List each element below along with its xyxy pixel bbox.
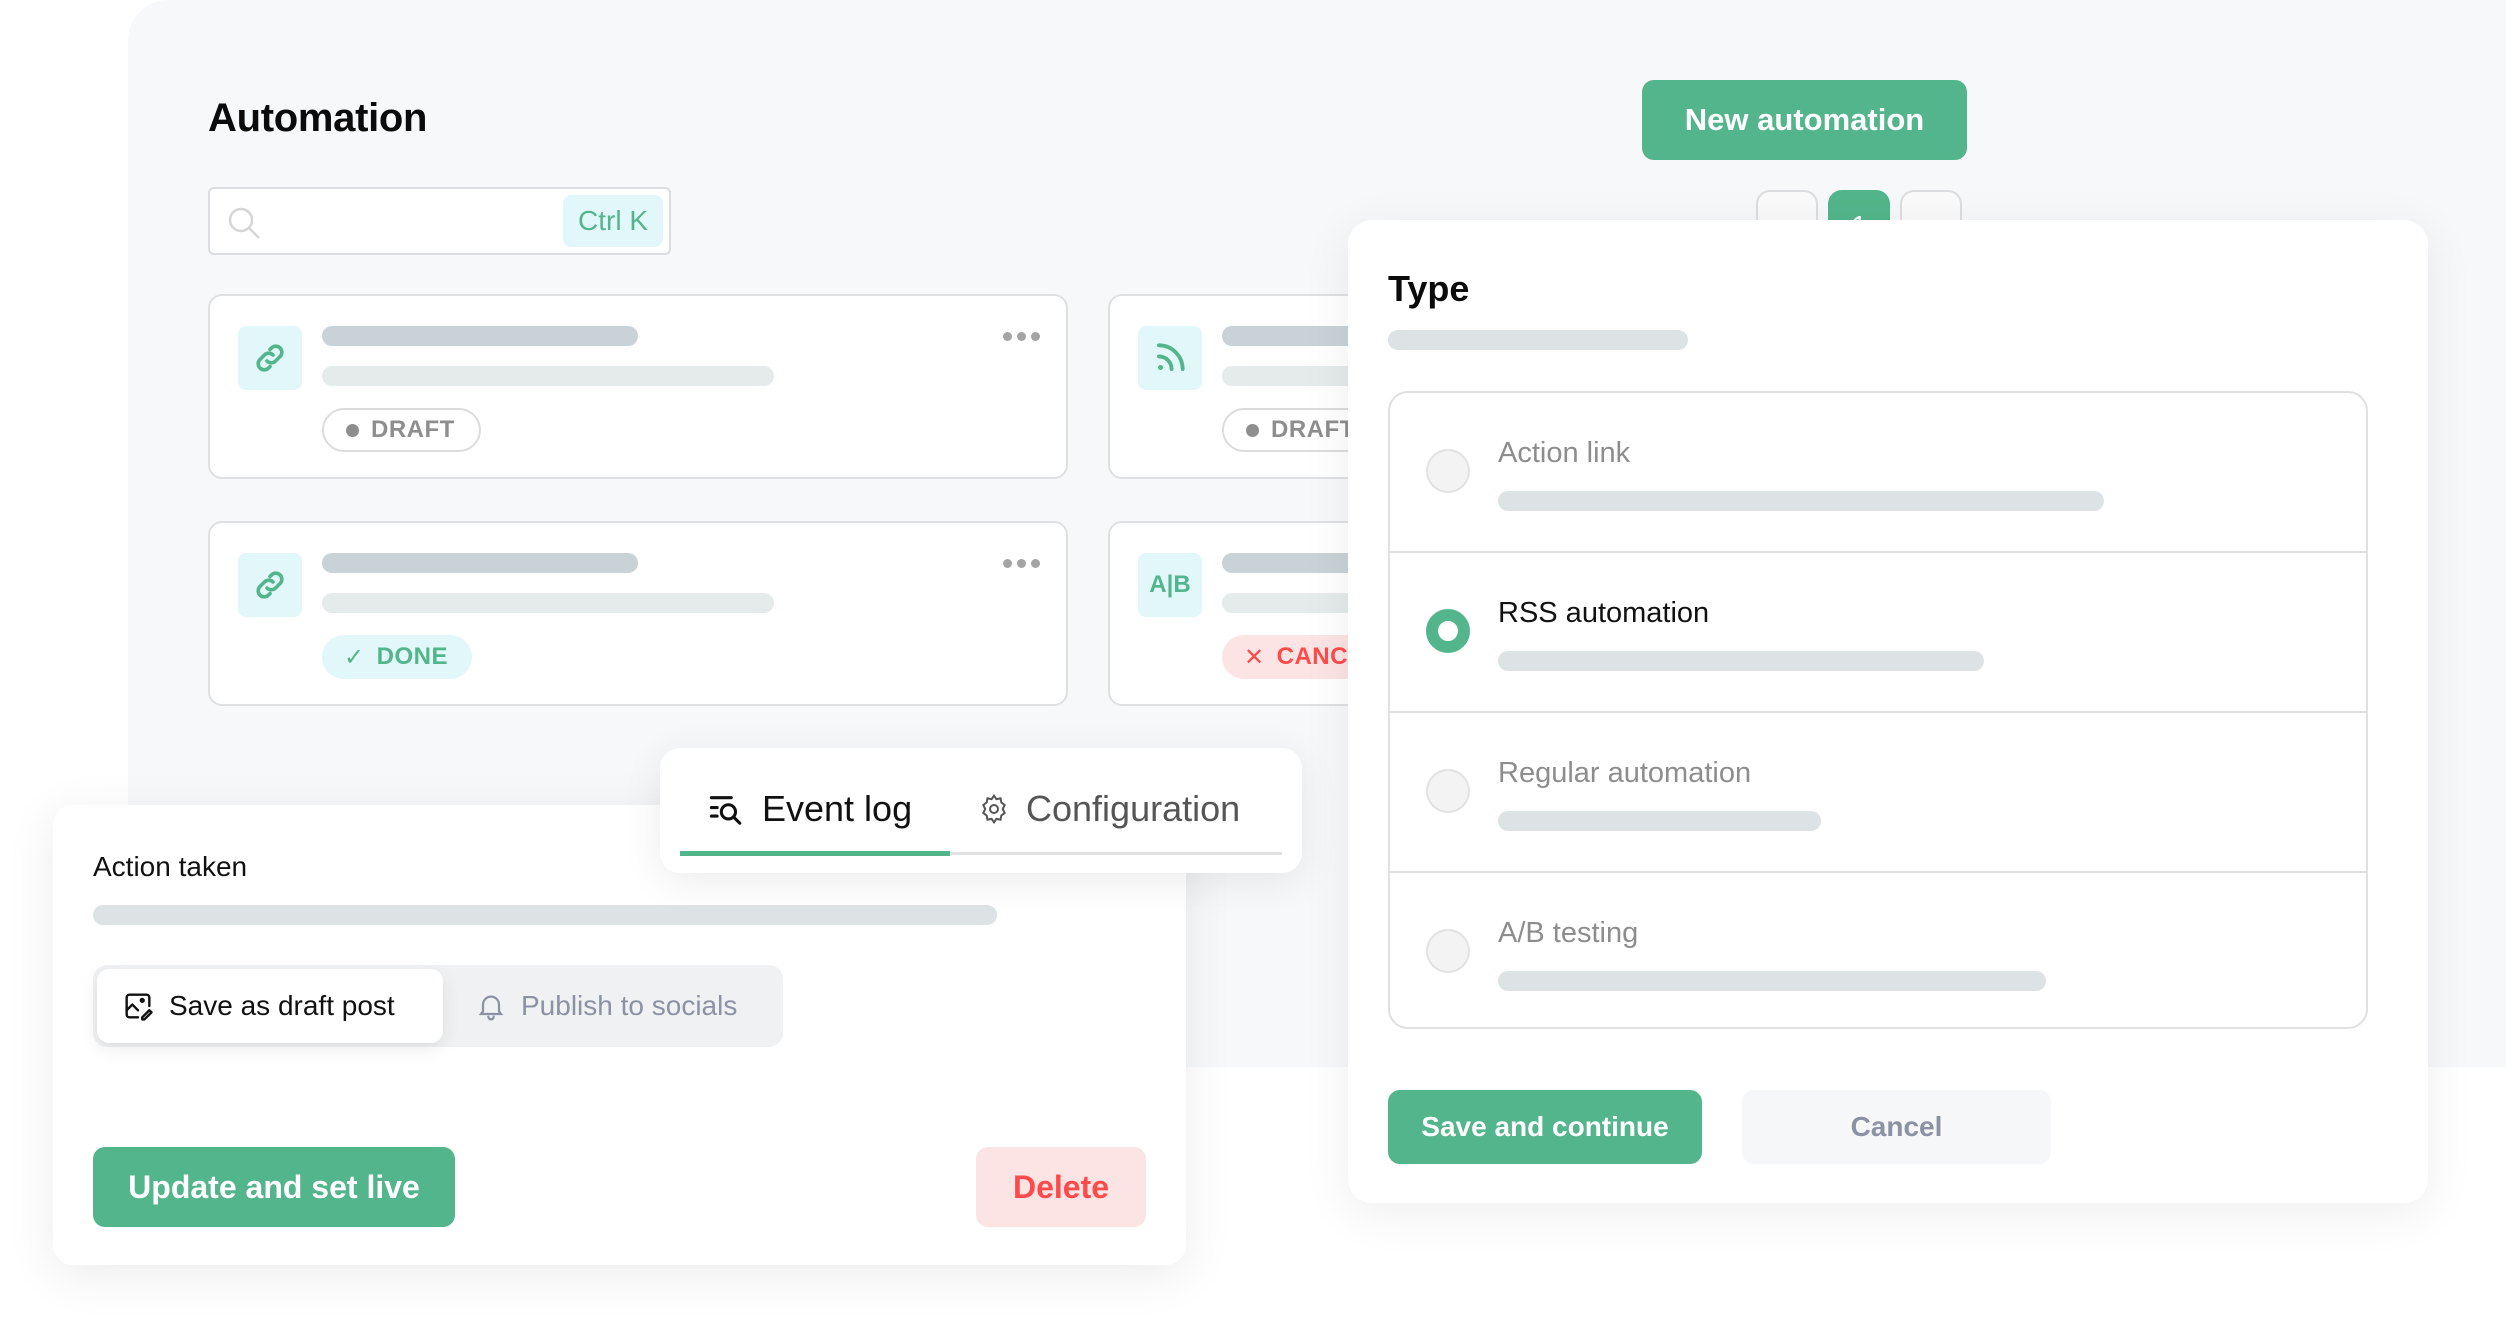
description-placeholder [1498, 971, 2046, 991]
status-dot-icon [1246, 423, 1259, 437]
description-placeholder [322, 366, 774, 386]
save-and-continue-button[interactable]: Save and continue [1388, 1090, 1702, 1164]
title-placeholder [322, 553, 638, 573]
status-badge: DRAFT [322, 408, 481, 452]
radio-button[interactable] [1426, 769, 1470, 813]
delete-button[interactable]: Delete [976, 1147, 1146, 1227]
radio-button[interactable] [1426, 929, 1470, 973]
modal-title: Type [1388, 268, 1470, 309]
type-modal: Type Action link RSS automation Regular … [1348, 220, 2428, 1203]
check-icon: ✓ [344, 643, 365, 671]
new-automation-button[interactable]: New automation [1642, 80, 1967, 160]
ab-test-icon: A|B [1138, 553, 1202, 617]
status-dot-icon [346, 423, 359, 437]
update-and-set-live-button[interactable]: Update and set live [93, 1147, 455, 1227]
title-placeholder [322, 326, 638, 346]
automation-detail-panel: Action taken Save as draft post Publish … [53, 805, 1186, 1265]
tab-configuration[interactable]: Configuration [978, 788, 1240, 830]
automation-card[interactable]: DRAFT [208, 294, 1068, 479]
link-icon [238, 326, 302, 390]
more-options-icon[interactable] [1003, 559, 1040, 568]
description-placeholder [1498, 651, 1984, 671]
rss-icon [1138, 326, 1202, 390]
status-badge: ✓ DONE [322, 635, 472, 679]
event-log-icon [709, 796, 742, 825]
save-as-draft-option[interactable]: Save as draft post [97, 969, 443, 1043]
type-options: Action link RSS automation Regular autom… [1388, 391, 2368, 1029]
search-icon [228, 207, 260, 239]
more-options-icon[interactable] [1003, 332, 1040, 341]
active-tab-indicator [680, 851, 950, 856]
link-icon [238, 553, 302, 617]
action-placeholder [93, 905, 997, 925]
option-rss-automation[interactable]: RSS automation [1390, 553, 2366, 713]
radio-button-selected[interactable] [1426, 609, 1470, 653]
keyboard-shortcut-hint: Ctrl K [563, 195, 663, 247]
automation-card[interactable]: ✓ DONE [208, 521, 1068, 706]
close-icon: ✕ [1244, 643, 1265, 671]
tab-event-log[interactable]: Event log [708, 788, 912, 830]
option-action-link[interactable]: Action link [1390, 393, 2366, 553]
search-bar[interactable]: Ctrl K [208, 187, 671, 255]
description-placeholder [1498, 491, 2104, 511]
radio-button[interactable] [1426, 449, 1470, 493]
page-title: Automation [208, 96, 428, 140]
subtitle-placeholder [1388, 330, 1688, 350]
cancel-button[interactable]: Cancel [1742, 1090, 2051, 1164]
option-regular-automation[interactable]: Regular automation [1390, 713, 2366, 873]
publish-to-socials-option[interactable]: Publish to socials [451, 969, 761, 1043]
action-taken-label: Action taken [93, 851, 248, 882]
option-ab-testing[interactable]: A/B testing [1390, 873, 2366, 1027]
description-placeholder [322, 593, 774, 613]
search-input[interactable] [274, 199, 544, 243]
image-edit-icon [125, 993, 153, 1021]
bell-icon [478, 995, 504, 1021]
description-placeholder [1498, 811, 1821, 831]
detail-tabs: Event log Configuration [660, 748, 1302, 873]
action-segmented-control: Save as draft post Publish to socials [93, 965, 783, 1047]
gear-icon [982, 793, 1006, 825]
